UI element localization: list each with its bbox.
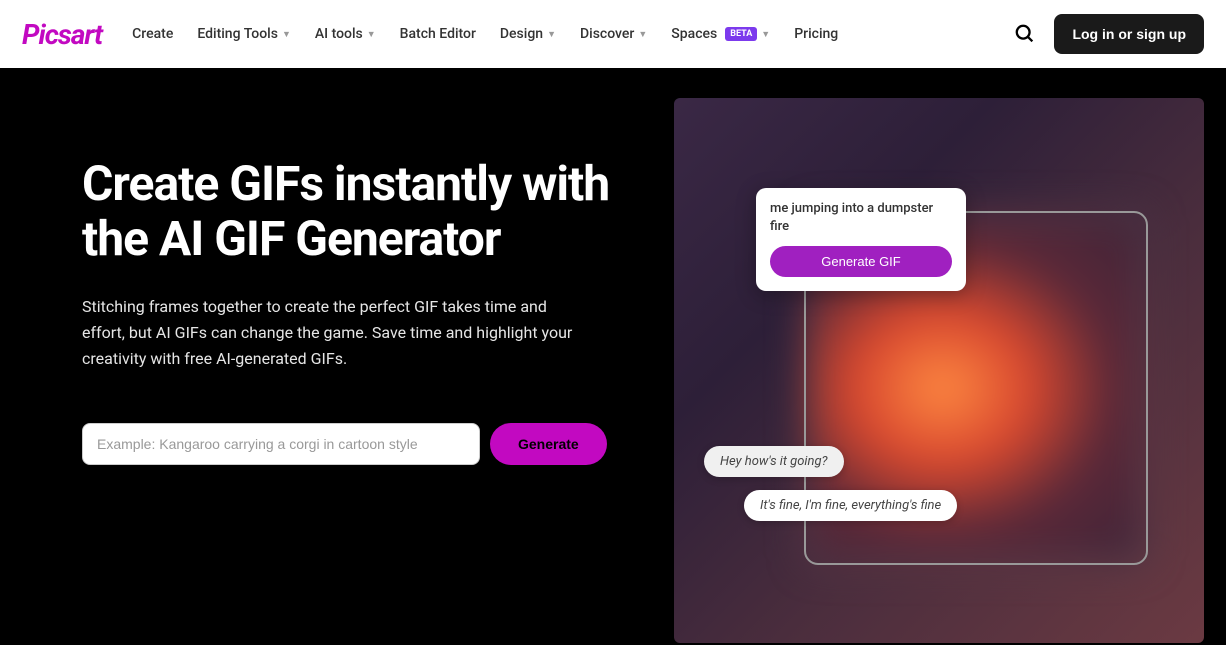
header-left: Picsart Create Editing Tools▼ AI tools▼ …: [22, 18, 838, 51]
header-right: Log in or sign up: [1014, 14, 1204, 54]
chevron-down-icon: ▼: [367, 29, 376, 40]
demo-prompt-text: me jumping into a dumpster fire: [770, 200, 952, 236]
nav-ai-tools[interactable]: AI tools▼: [315, 26, 376, 42]
hero-content: Create GIFs instantly with the AI GIF Ge…: [82, 68, 622, 645]
nav-spaces[interactable]: SpacesBETA▼: [671, 26, 770, 42]
chevron-down-icon: ▼: [761, 29, 770, 40]
prompt-row: Generate: [82, 423, 622, 465]
login-button[interactable]: Log in or sign up: [1054, 14, 1204, 54]
main-nav: Create Editing Tools▼ AI tools▼ Batch Ed…: [132, 26, 838, 42]
nav-pricing[interactable]: Pricing: [794, 26, 838, 42]
search-icon[interactable]: [1014, 23, 1036, 45]
nav-discover[interactable]: Discover▼: [580, 26, 647, 42]
demo-prompt-card: me jumping into a dumpster fire Generate…: [756, 188, 966, 291]
demo-generate-gif-button[interactable]: Generate GIF: [770, 246, 952, 277]
nav-create[interactable]: Create: [132, 26, 173, 42]
nav-editing-tools[interactable]: Editing Tools▼: [197, 26, 291, 42]
header: Picsart Create Editing Tools▼ AI tools▼ …: [0, 0, 1226, 68]
chat-bubble-2: It's fine, I'm fine, everything's fine: [744, 490, 957, 521]
nav-design[interactable]: Design▼: [500, 26, 556, 42]
prompt-input[interactable]: [82, 423, 480, 465]
hero-title: Create GIFs instantly with the AI GIF Ge…: [82, 156, 622, 266]
chevron-down-icon: ▼: [282, 29, 291, 40]
hero-visual: me jumping into a dumpster fire Generate…: [674, 98, 1204, 643]
chevron-down-icon: ▼: [638, 29, 647, 40]
beta-badge: BETA: [725, 27, 757, 41]
hero-description: Stitching frames together to create the …: [82, 294, 592, 371]
chat-bubble-1: Hey how's it going?: [704, 446, 844, 477]
hero-section: Create GIFs instantly with the AI GIF Ge…: [0, 68, 1226, 645]
generate-button[interactable]: Generate: [490, 423, 607, 465]
chevron-down-icon: ▼: [547, 29, 556, 40]
logo[interactable]: Picsart: [22, 18, 102, 51]
nav-batch-editor[interactable]: Batch Editor: [400, 26, 476, 42]
